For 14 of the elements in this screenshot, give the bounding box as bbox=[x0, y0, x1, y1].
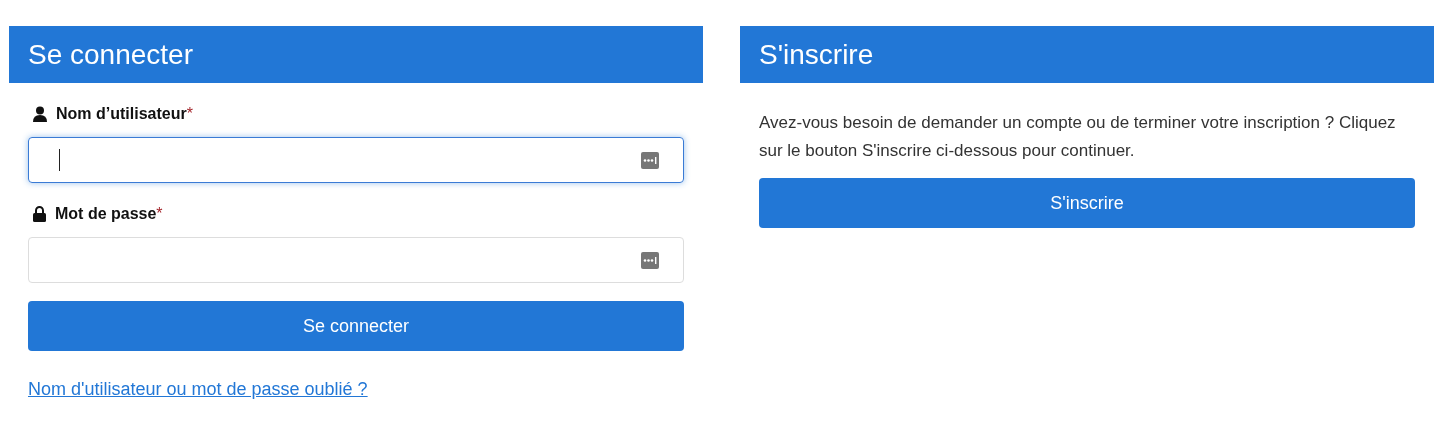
panel-title: S'inscrire bbox=[740, 26, 1434, 83]
forgot-link[interactable]: Nom d'utilisateur ou mot de passe oublié ? bbox=[28, 379, 368, 400]
user-icon bbox=[33, 106, 47, 122]
register-button[interactable]: S'inscrire bbox=[759, 178, 1415, 228]
password-manager-icon[interactable] bbox=[641, 151, 659, 169]
input-field[interactable] bbox=[28, 137, 684, 183]
password-manager-icon[interactable] bbox=[641, 251, 659, 269]
field-label: Nom d’utilisateur* bbox=[56, 105, 193, 123]
panel-title: Se connecter bbox=[9, 26, 703, 83]
lock-icon bbox=[33, 206, 46, 222]
text-cursor bbox=[59, 149, 60, 171]
register-text: Avez-vous besoin de demander un compte ou de terminer votre inscription ? Cliquez sur le bouton S'inscrire ci-dessous pour continuer. bbox=[759, 112, 1397, 162]
login-button[interactable]: Se connecter bbox=[28, 301, 684, 351]
field-label: Mot de passe* bbox=[55, 205, 163, 223]
